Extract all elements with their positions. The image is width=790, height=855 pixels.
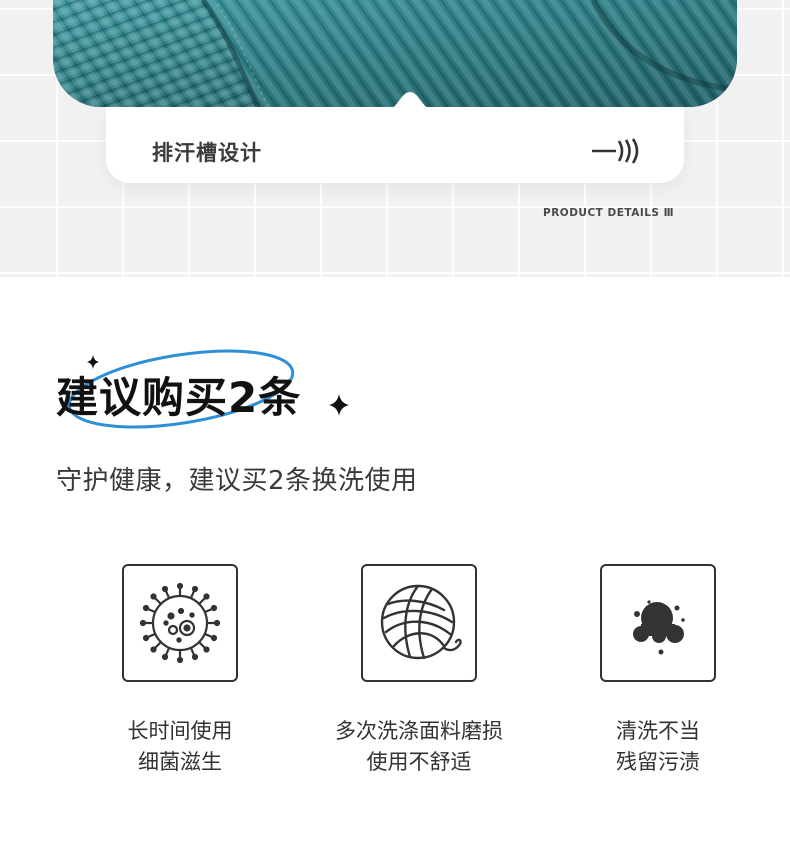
sound-wave-icon (592, 138, 639, 164)
yarn-ball-icon (380, 584, 462, 660)
feature-icon-box (122, 564, 238, 682)
caption-title: 排汗槽设计 (152, 141, 262, 165)
caption-notch (387, 92, 433, 110)
feature-line1: 长时间使用 (127, 719, 233, 743)
product-details-label: PRODUCT DETAILS Ⅲ (543, 207, 675, 219)
bacteria-icon (139, 582, 221, 664)
sparkle-icon (87, 355, 99, 369)
feature-item: 多次洗涤面料磨损 使用不舒适 (299, 564, 539, 778)
product-detail-section: 排汗槽设计 PRODUCT DETAILS Ⅲ (0, 0, 790, 277)
caption-card: 排汗槽设计 (106, 107, 684, 183)
feature-text: 清洗不当 残留污渍 (538, 716, 778, 778)
feature-line2: 使用不舒适 (366, 750, 472, 774)
feature-text: 长时间使用 细菌滋生 (60, 716, 300, 778)
feature-line2: 残留污渍 (616, 750, 700, 774)
feature-item: 清洗不当 残留污渍 (538, 564, 778, 778)
feature-icon-box (600, 564, 716, 682)
feature-text: 多次洗涤面料磨损 使用不舒适 (299, 716, 539, 778)
subtitle: 守护健康，建议买2条换洗使用 (56, 466, 418, 496)
feature-item: 长时间使用 细菌滋生 (60, 564, 300, 778)
feature-line1: 多次洗涤面料磨损 (335, 719, 503, 743)
stain-icon (633, 600, 685, 655)
feature-icon-box (361, 564, 477, 682)
page-title: 建议购买2条 (56, 373, 302, 422)
title-block: 建议购买2条 (56, 348, 376, 438)
feature-line1: 清洗不当 (616, 719, 700, 743)
feature-line2: 细菌滋生 (138, 750, 222, 774)
sparkle-icon (329, 394, 349, 416)
